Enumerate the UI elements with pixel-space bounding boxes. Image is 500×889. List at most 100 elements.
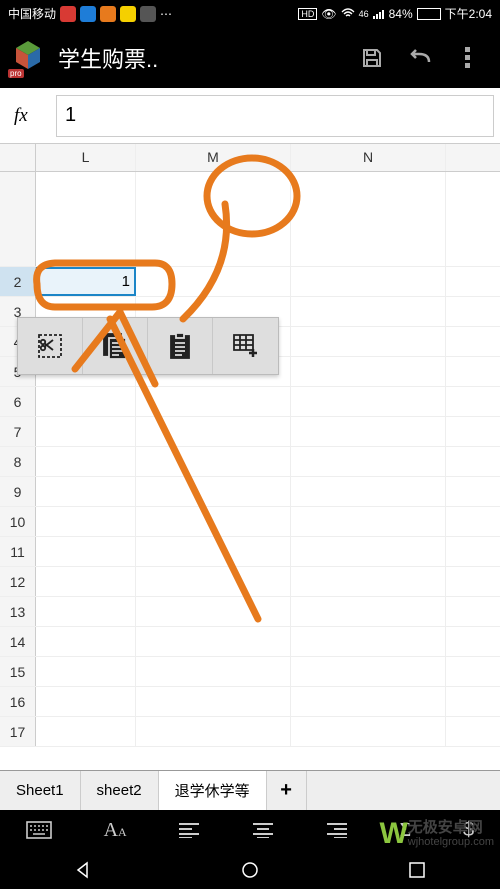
cell[interactable] — [136, 417, 291, 446]
select-all-corner[interactable] — [0, 144, 36, 171]
cell[interactable] — [36, 417, 136, 446]
cell[interactable] — [36, 567, 136, 596]
recent-button[interactable] — [407, 860, 427, 880]
table-row[interactable] — [0, 172, 500, 267]
menu-button[interactable] — [444, 47, 492, 69]
cut-button[interactable] — [18, 318, 83, 374]
home-button[interactable] — [240, 860, 260, 880]
add-sheet-button[interactable]: + — [267, 771, 307, 810]
cell[interactable] — [291, 477, 446, 506]
cell[interactable] — [36, 597, 136, 626]
cell[interactable] — [291, 447, 446, 476]
cell[interactable] — [291, 507, 446, 536]
cell[interactable] — [291, 537, 446, 566]
row-header[interactable]: 6 — [0, 387, 36, 416]
table-row[interactable]: 6 — [0, 387, 500, 417]
cell[interactable] — [291, 357, 446, 386]
cell[interactable] — [291, 417, 446, 446]
table-row[interactable]: 15 — [0, 657, 500, 687]
table-row[interactable]: 8 — [0, 447, 500, 477]
row-header[interactable]: 14 — [0, 627, 36, 656]
row-header[interactable]: 10 — [0, 507, 36, 536]
font-button[interactable]: AA — [104, 819, 127, 842]
table-row[interactable]: 12 — [0, 567, 500, 597]
cell[interactable] — [136, 657, 291, 686]
cell[interactable] — [36, 507, 136, 536]
cell[interactable] — [136, 567, 291, 596]
cell[interactable] — [291, 627, 446, 656]
cell[interactable] — [36, 387, 136, 416]
cell[interactable] — [136, 387, 291, 416]
row-header[interactable]: 2 — [0, 267, 36, 296]
row-header[interactable]: 7 — [0, 417, 36, 446]
cell[interactable] — [291, 387, 446, 416]
cell[interactable] — [136, 597, 291, 626]
table-row[interactable]: 10 — [0, 507, 500, 537]
insert-cells-button[interactable] — [213, 318, 278, 374]
tab-sheet2[interactable]: sheet2 — [81, 771, 159, 810]
cell[interactable] — [36, 447, 136, 476]
cell[interactable] — [36, 627, 136, 656]
row-header[interactable]: 16 — [0, 687, 36, 716]
row-header[interactable]: 13 — [0, 597, 36, 626]
cell[interactable] — [291, 172, 446, 266]
paste-button[interactable] — [148, 318, 213, 374]
cell[interactable] — [291, 327, 446, 356]
cell[interactable] — [136, 477, 291, 506]
fx-label[interactable]: fx — [6, 105, 56, 127]
cell[interactable] — [291, 717, 446, 746]
cell[interactable] — [36, 172, 136, 266]
cell[interactable] — [136, 537, 291, 566]
cell[interactable] — [36, 657, 136, 686]
undo-button[interactable] — [396, 46, 444, 70]
row-header[interactable]: 15 — [0, 657, 36, 686]
row-header[interactable]: 9 — [0, 477, 36, 506]
table-row[interactable]: 9 — [0, 477, 500, 507]
app-logo[interactable]: pro — [8, 38, 48, 78]
table-row[interactable]: 13 — [0, 597, 500, 627]
cell[interactable] — [136, 447, 291, 476]
row-header[interactable] — [0, 172, 36, 266]
tab-sheet3[interactable]: 退学休学等 — [159, 771, 267, 810]
cell[interactable] — [291, 567, 446, 596]
row-header[interactable]: 12 — [0, 567, 36, 596]
table-row[interactable]: 7 — [0, 417, 500, 447]
row-header[interactable]: 11 — [0, 537, 36, 566]
table-row[interactable]: 17 — [0, 717, 500, 747]
align-center-button[interactable] — [252, 822, 274, 838]
cell[interactable] — [291, 267, 446, 296]
selected-cell[interactable]: 1 — [36, 267, 136, 296]
cell[interactable] — [36, 717, 136, 746]
cell[interactable] — [291, 297, 446, 326]
cell[interactable] — [136, 507, 291, 536]
table-row[interactable]: 16 — [0, 687, 500, 717]
cell[interactable] — [291, 657, 446, 686]
tab-sheet1[interactable]: Sheet1 — [0, 771, 81, 810]
cell[interactable] — [136, 267, 291, 296]
document-title[interactable]: 学生购票.. — [58, 42, 348, 74]
keyboard-button[interactable] — [26, 821, 52, 839]
cell[interactable] — [136, 717, 291, 746]
cell[interactable] — [36, 477, 136, 506]
align-right-button[interactable] — [326, 822, 348, 838]
row-header[interactable]: 17 — [0, 717, 36, 746]
table-row[interactable]: 2 1 — [0, 267, 500, 297]
cell[interactable] — [291, 597, 446, 626]
save-button[interactable] — [348, 46, 396, 70]
back-button[interactable] — [73, 860, 93, 880]
align-left-button[interactable] — [178, 822, 200, 838]
table-row[interactable]: 14 — [0, 627, 500, 657]
cell[interactable] — [136, 172, 291, 266]
cell[interactable] — [36, 537, 136, 566]
row-header[interactable]: 8 — [0, 447, 36, 476]
cell[interactable] — [291, 687, 446, 716]
col-header[interactable]: L — [36, 144, 136, 171]
col-header[interactable]: M — [136, 144, 291, 171]
table-row[interactable]: 11 — [0, 537, 500, 567]
cell[interactable] — [36, 687, 136, 716]
col-header[interactable]: N — [291, 144, 446, 171]
cell[interactable] — [136, 687, 291, 716]
formula-input[interactable] — [56, 95, 494, 137]
copy-button[interactable] — [83, 318, 148, 374]
spreadsheet-grid[interactable]: L M N 2 1 3 4 5 6 7 8 9 10 — [0, 144, 500, 770]
